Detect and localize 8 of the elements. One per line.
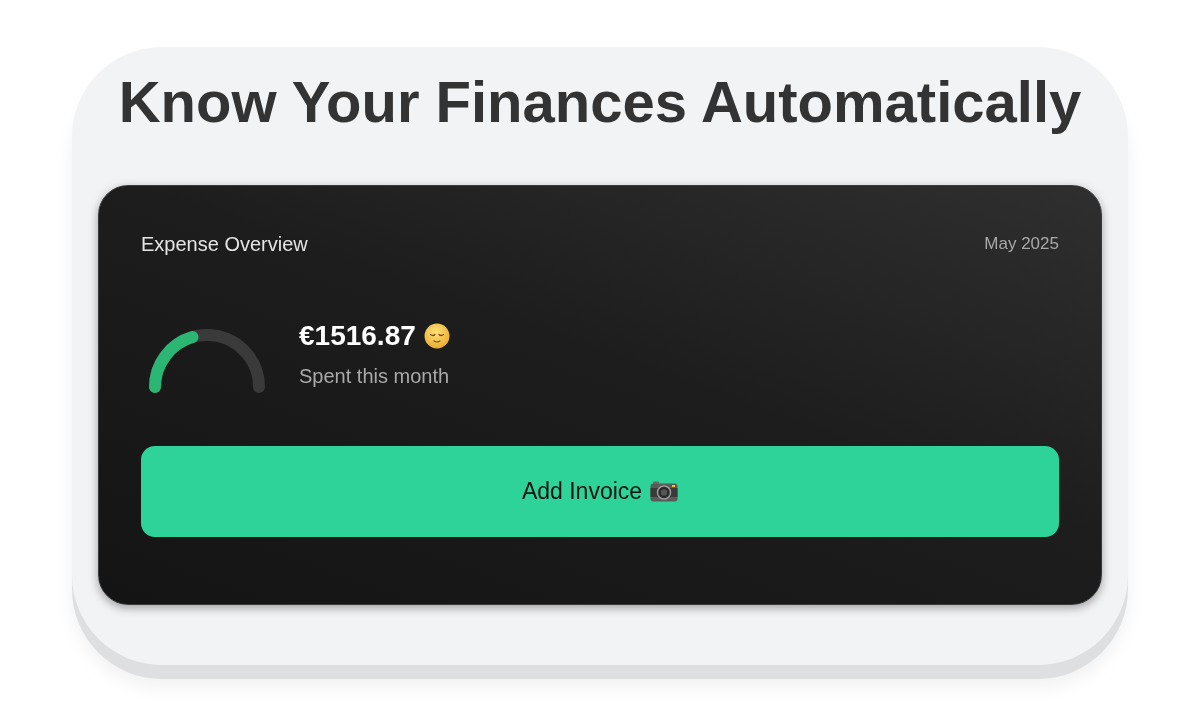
- headline: Know Your Finances Automatically: [118, 68, 1082, 136]
- relieved-face-icon: [423, 323, 450, 349]
- amount-text: €1516.87: [299, 320, 416, 352]
- period-label: May 2025: [984, 234, 1059, 254]
- add-invoice-button[interactable]: Add Invoice: [141, 446, 1059, 537]
- caption-text: Spent this month: [299, 364, 450, 389]
- card-title: Expense Overview: [141, 232, 308, 256]
- camera-icon: [650, 481, 679, 502]
